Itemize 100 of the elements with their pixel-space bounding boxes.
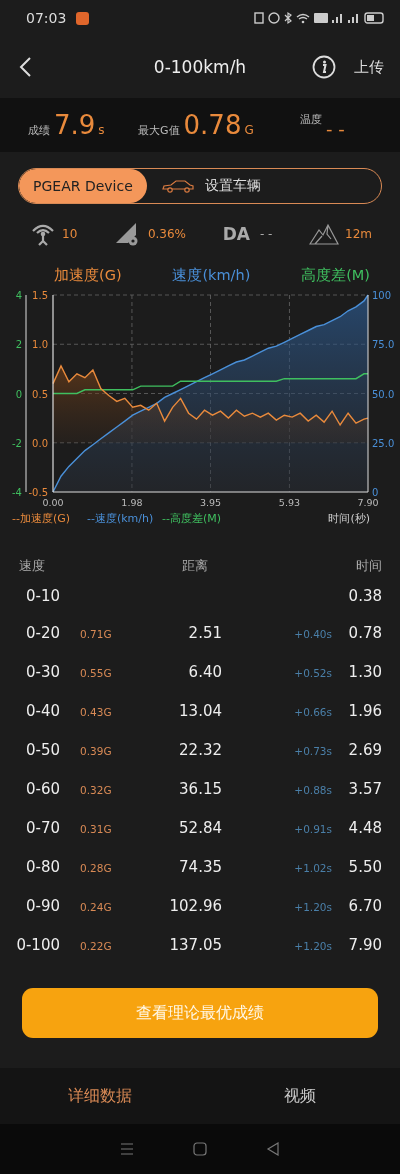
speed-range-cell-text: 0-90 <box>24 896 60 915</box>
time-cell-text: 2.69 <box>347 740 382 759</box>
car-icon <box>160 179 195 193</box>
distance-cell: 6.40 <box>188 662 222 681</box>
reading-value: 12m <box>345 227 372 241</box>
density-altitude-label: DA <box>222 224 250 244</box>
time-cell-text: 7.90 <box>347 935 382 954</box>
info-icon[interactable] <box>312 55 336 79</box>
axis-tick-label: 1.98 <box>121 497 143 508</box>
g-force-cell: 0.24G <box>80 900 112 913</box>
legend-item: --高度差(M) <box>162 512 221 525</box>
axis-tick-label: 7.90 <box>357 497 379 508</box>
bottom-tab[interactable]: 详细数据 <box>0 1068 200 1124</box>
time-delta-cell: +0.88s <box>294 783 332 796</box>
axis-tick-label: 0.5 <box>32 388 48 400</box>
g-force-cell: 0.22G <box>80 939 112 952</box>
stat-label: 温度 <box>300 111 322 127</box>
axis-tick-label: -0.5 <box>28 487 48 498</box>
reading-value: - - <box>259 227 273 241</box>
stat-unit: s <box>98 123 105 137</box>
back-triangle-icon[interactable] <box>266 1142 281 1156</box>
speed-range-cell-text: 0-40 <box>24 701 60 720</box>
g-force-cell: 0.28G <box>80 861 112 874</box>
g-force-cell: 0.43G <box>80 705 112 718</box>
distance-cell: 102.96 <box>169 896 222 915</box>
g-force-cell: 0.39G <box>80 744 112 757</box>
axis-tick-label: -2 <box>12 437 22 449</box>
g-force-cell: 0.31G <box>80 822 112 835</box>
time-delta-cell: +1.20s <box>294 939 332 952</box>
time-delta-cell: +1.02s <box>294 861 332 874</box>
upload-button[interactable]: 上传 <box>350 53 388 81</box>
distance-cell: 36.15 <box>179 779 222 798</box>
speed-range-cell-text: 0-70 <box>24 818 60 837</box>
segment-tab[interactable]: PGEAR Device <box>19 169 147 203</box>
stat-value: - - <box>326 117 345 139</box>
signal-icon <box>332 11 344 25</box>
speed-range-cell-text: 0-80 <box>24 857 60 876</box>
stat-label: 最大G值 <box>138 123 180 138</box>
speed-range-cell-text: 0-60 <box>24 779 60 798</box>
axis-tick-label: 0.00 <box>42 497 64 508</box>
stat-value: 7.9 <box>54 110 96 140</box>
time-cell-text: 1.96 <box>347 701 382 720</box>
distance-cell: 2.51 <box>188 623 222 642</box>
chart-title: 速度(km/h) <box>172 266 251 285</box>
clock: 07:03 <box>26 10 67 26</box>
axis-tick-label: -4 <box>12 487 22 498</box>
distance-cell: 137.05 <box>169 935 222 954</box>
time-delta-cell: +0.40s <box>294 627 332 640</box>
home-icon[interactable] <box>193 1142 207 1156</box>
time-cell-text: 3.57 <box>347 779 382 798</box>
stat-unit: G <box>244 123 254 137</box>
axis-tick-label: 25.0 <box>372 437 395 449</box>
distance-cell: 52.84 <box>179 818 222 837</box>
segment-tab[interactable]: 设置车辆 <box>146 169 275 203</box>
column-header: 距离 <box>181 557 208 575</box>
stat-label: 成绩 <box>28 123 50 138</box>
chart-title: 加速度(G) <box>54 266 122 285</box>
page-title: 0-100km/h <box>153 57 247 77</box>
bluetooth-icon <box>284 11 292 25</box>
battery-icon <box>364 11 384 25</box>
back-icon[interactable] <box>18 56 32 78</box>
x-axis-title: 时间(秒) <box>328 512 370 525</box>
legend-item: --加速度(G) <box>12 512 71 525</box>
reading-value: 10 <box>62 227 78 241</box>
axis-tick-label: 4 <box>15 290 22 301</box>
speed-range-cell-text: 0-100 <box>15 935 60 954</box>
axis-tick-label: 0 <box>372 487 379 498</box>
speed-range-cell-text: 0-30 <box>24 662 60 681</box>
mountain-icon <box>309 222 339 246</box>
axis-tick-label: 0 <box>15 388 22 400</box>
time-delta-cell: +1.20s <box>294 900 332 913</box>
time-cell-text: 5.50 <box>347 857 382 876</box>
time-cell-text: 1.30 <box>347 662 382 681</box>
column-header: 时间 <box>355 557 382 575</box>
time-delta-cell: +0.52s <box>294 666 332 679</box>
chart-title: 高度差(M) <box>301 266 370 285</box>
axis-tick-label: 100 <box>372 290 392 301</box>
g-force-cell: 0.55G <box>80 666 112 679</box>
axis-tick-label: 1.0 <box>32 339 48 351</box>
axis-tick-label: 2 <box>15 339 22 351</box>
g-force-cell: 0.32G <box>80 783 112 796</box>
distance-cell: 13.04 <box>179 701 222 720</box>
axis-tick-label: 75.0 <box>372 339 395 351</box>
antenna-icon <box>30 222 56 246</box>
legend-item: --速度(km/h) <box>87 512 154 525</box>
wifi-icon <box>296 11 310 25</box>
g-force-cell: 0.71G <box>80 627 112 640</box>
signal-icon <box>348 11 360 25</box>
speed-range-cell-text: 0-10 <box>24 587 60 605</box>
axis-tick-label: 50.0 <box>372 388 395 400</box>
speed-range-cell-text: 0-20 <box>24 623 60 642</box>
distance-cell: 22.32 <box>179 740 222 759</box>
stat-value: 0.78 <box>183 110 242 140</box>
time-delta-cell: +0.66s <box>294 705 332 718</box>
time-cell-text: 0.38 <box>347 587 382 605</box>
column-header: 速度 <box>18 557 45 575</box>
bottom-tab[interactable]: 视频 <box>200 1068 400 1124</box>
time-cell-text: 0.78 <box>347 623 382 642</box>
axis-tick-label: 5.93 <box>278 497 301 508</box>
speed-range-cell-text: 0-50 <box>24 740 60 759</box>
